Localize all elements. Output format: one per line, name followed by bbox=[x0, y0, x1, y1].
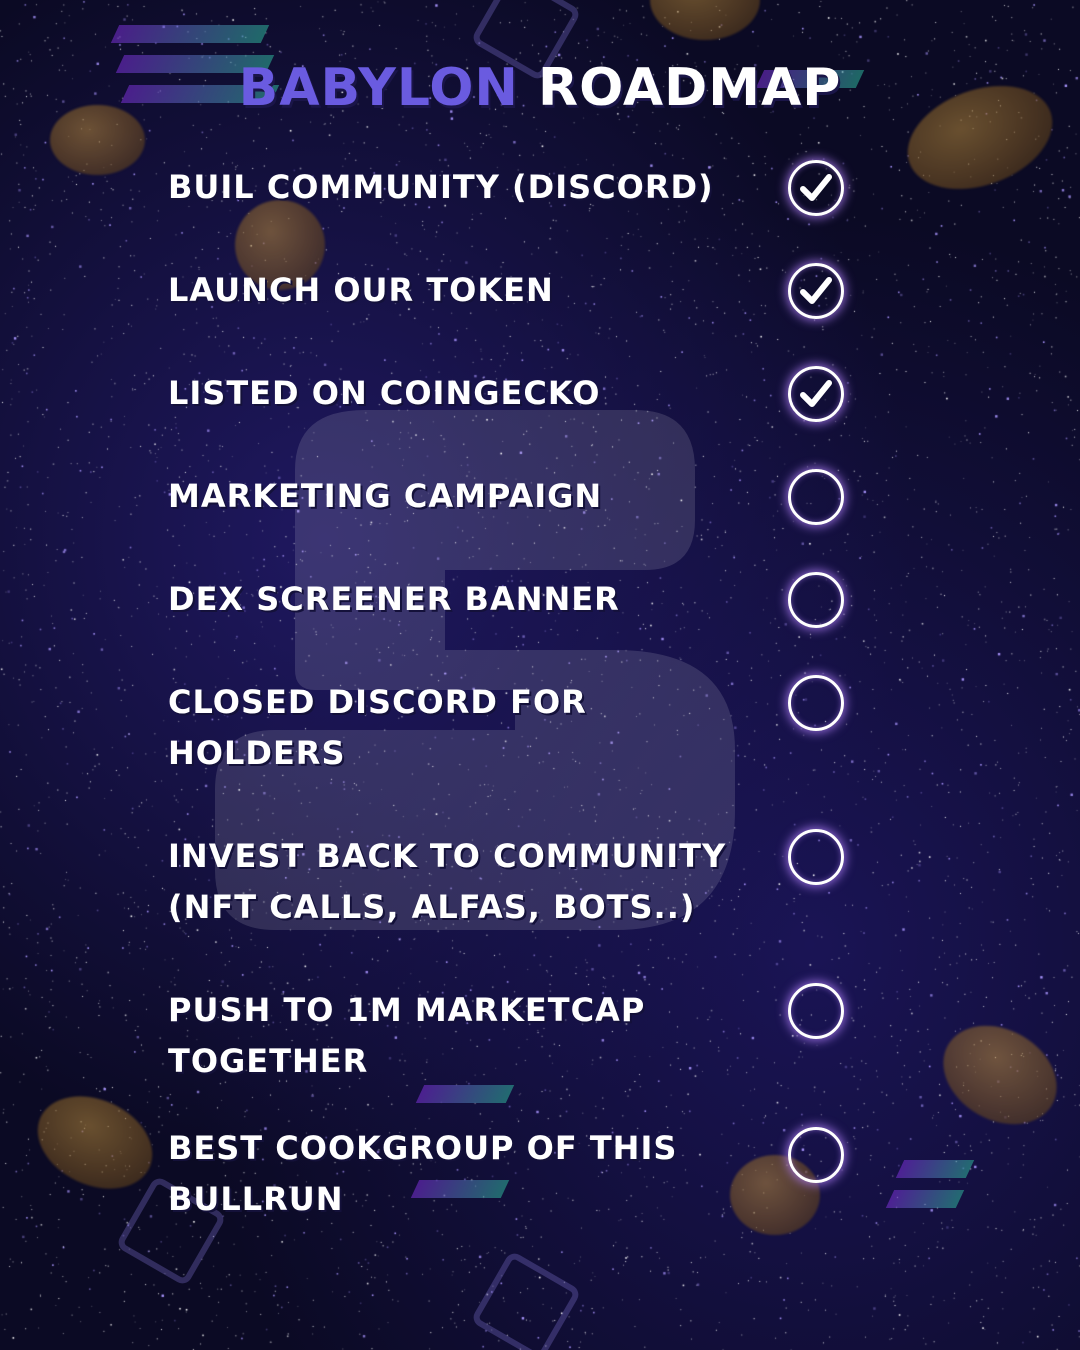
check-circle-icon bbox=[788, 263, 844, 319]
empty-circle-icon bbox=[788, 1127, 844, 1183]
roadmap-poster: BABYLON ROADMAP BUIL COMMUNITY (DISCORD)… bbox=[0, 0, 1080, 1350]
roadmap-item-label: DEX SCREENER BANNER bbox=[168, 580, 620, 618]
roadmap-item-label: BEST COOKGROUP OF THIS BULLRUN bbox=[168, 1129, 678, 1218]
solana-stripe-decoration bbox=[415, 1085, 515, 1103]
title-roadmap: ROADMAP bbox=[538, 58, 842, 118]
roadmap-item-label: PUSH TO 1M MARKETCAP TOGETHER bbox=[168, 991, 646, 1080]
check-circle-icon bbox=[788, 160, 844, 216]
empty-circle-icon bbox=[788, 675, 844, 731]
empty-circle-icon bbox=[788, 469, 844, 525]
empty-circle-icon bbox=[788, 829, 844, 885]
roadmap-item-label: MARKETING CAMPAIGN bbox=[168, 477, 603, 515]
roadmap-item-label: LISTED ON COINGECKO bbox=[168, 374, 601, 412]
empty-circle-icon bbox=[788, 572, 844, 628]
empty-circle-icon bbox=[788, 983, 844, 1039]
solana-stripe-decoration bbox=[895, 1160, 975, 1178]
check-circle-icon bbox=[788, 366, 844, 422]
roadmap-item-label: INVEST BACK TO COMMUNITY (NFT CALLS, ALF… bbox=[168, 837, 727, 926]
solana-stripe-decoration bbox=[110, 25, 270, 43]
roadmap-item-label: BUIL COMMUNITY (DISCORD) bbox=[168, 168, 714, 206]
page-title: BABYLON ROADMAP bbox=[0, 58, 1080, 118]
roadmap-item-label: CLOSED DISCORD FOR HOLDERS bbox=[168, 683, 587, 772]
roadmap-item-label: LAUNCH OUR TOKEN bbox=[168, 271, 554, 309]
title-babylon: BABYLON bbox=[238, 58, 519, 118]
solana-stripe-decoration bbox=[885, 1190, 965, 1208]
